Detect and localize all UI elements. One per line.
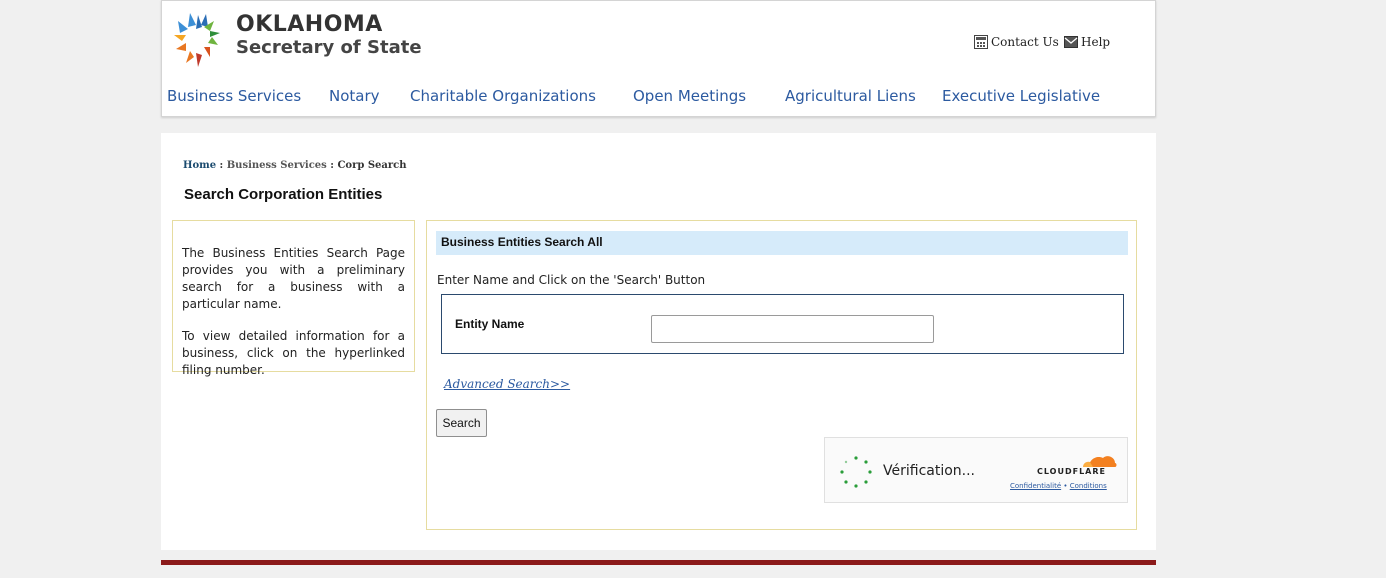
main-content: Home : Business Services : Corp Search S… [161, 133, 1156, 550]
info-panel: The Business Entities Search Page provid… [172, 220, 415, 377]
info-paragraph-1: The Business Entities Search Page provid… [182, 246, 405, 311]
terms-link[interactable]: Conditions [1070, 482, 1107, 490]
cloudflare-brand: CLOUDFLARE [1037, 467, 1106, 476]
page-title: Search Corporation Entities [184, 186, 383, 203]
breadcrumb: Home : Business Services : Corp Search [183, 160, 407, 171]
entity-name-label: Entity Name [455, 317, 525, 331]
contact-icon [974, 35, 988, 49]
cloudflare-links: Confidentialité • Conditions [1010, 482, 1107, 490]
help-label: Help [1081, 35, 1111, 49]
site-header: OKLAHOMA Secretary of State Contact Us H… [161, 0, 1156, 117]
footer-divider [161, 560, 1156, 565]
nav-business-services[interactable]: Business Services [167, 87, 301, 105]
nav-charitable-organizations[interactable]: Charitable Organizations [410, 87, 596, 105]
advanced-search-link[interactable]: Advanced Search>> [444, 377, 570, 391]
breadcrumb-current: Corp Search [337, 160, 407, 171]
logo-title: OKLAHOMA [236, 12, 383, 37]
nav-agricultural-liens[interactable]: Agricultural Liens [785, 87, 916, 105]
search-button[interactable]: Search [436, 409, 487, 437]
logo-subtitle: Secretary of State [236, 37, 422, 58]
nav-notary[interactable]: Notary [329, 87, 380, 105]
search-panel: Business Entities Search All Enter Name … [426, 220, 1137, 530]
nav-open-meetings[interactable]: Open Meetings [633, 87, 746, 105]
help-link[interactable]: Help [1064, 35, 1110, 49]
verification-status: Vérification... [883, 463, 976, 479]
contact-us-link[interactable]: Contact Us [974, 35, 1059, 49]
cloudflare-verification-widget[interactable]: Vérification... CLOUDFLARE Confidentiali… [824, 437, 1128, 503]
breadcrumb-business-services[interactable]: Business Services [227, 160, 327, 171]
contact-us-label: Contact Us [991, 35, 1059, 49]
info-paragraph-2: To view detailed information for a busin… [182, 329, 405, 377]
links-separator: • [1061, 482, 1070, 490]
entity-name-input[interactable] [651, 315, 934, 343]
search-instruction: Enter Name and Click on the 'Search' But… [437, 273, 706, 287]
breadcrumb-separator: : [216, 160, 227, 171]
oklahoma-logo-icon[interactable] [168, 9, 228, 71]
search-panel-header: Business Entities Search All [436, 231, 1128, 255]
breadcrumb-home[interactable]: Home [183, 160, 216, 171]
nav-executive-legislative[interactable]: Executive Legislative [942, 87, 1100, 105]
breadcrumb-separator: : [326, 160, 338, 171]
main-nav: Business Services Notary Charitable Orga… [162, 87, 1155, 111]
privacy-link[interactable]: Confidentialité [1010, 482, 1061, 490]
loading-spinner-icon [840, 456, 872, 488]
mail-icon [1064, 36, 1078, 48]
entity-name-fieldset: Entity Name [441, 294, 1124, 354]
